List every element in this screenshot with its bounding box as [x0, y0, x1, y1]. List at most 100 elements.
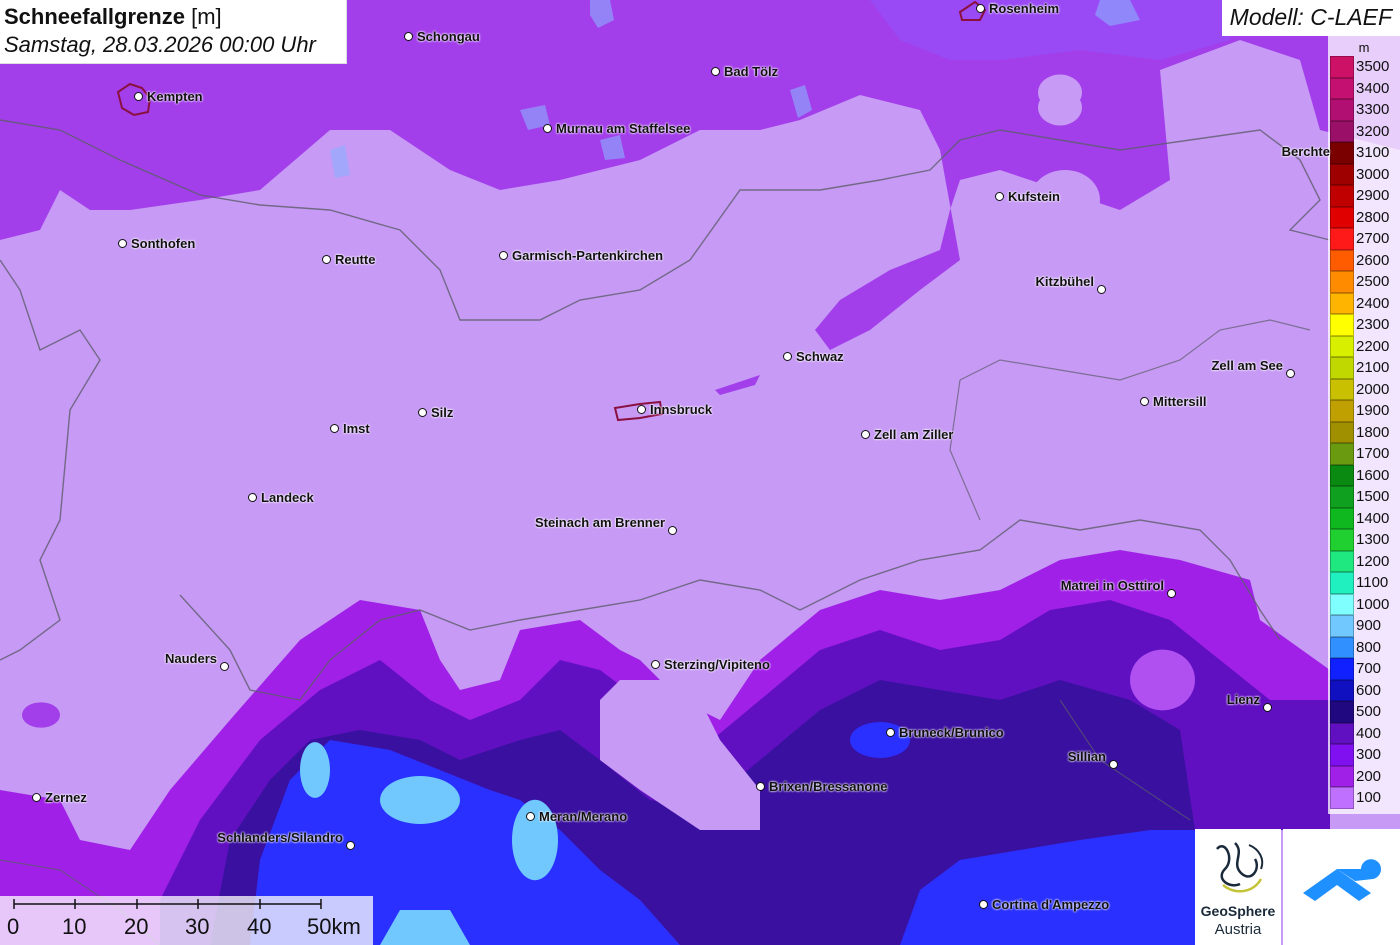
city-marker-icon [668, 526, 677, 535]
city-label[interactable]: Berchte [1282, 144, 1330, 159]
legend-swatch [1330, 292, 1354, 314]
legend-swatch [1330, 163, 1354, 185]
city-marker-icon [1286, 369, 1295, 378]
city-label[interactable]: Sillian [1068, 749, 1106, 764]
legend-item: 2200 [1330, 335, 1398, 357]
scale-bar: 0 10 20 30 40 50km [0, 896, 373, 945]
city-label[interactable]: Cortina d'Ampezzo [992, 897, 1109, 912]
city-label[interactable]: Schongau [417, 29, 480, 44]
city-label[interactable]: Imst [343, 421, 370, 436]
city-marker-icon [651, 660, 660, 669]
legend-swatch [1330, 206, 1354, 228]
scale-label-40: 40 [247, 914, 272, 939]
city-label[interactable]: Bruneck/Brunico [899, 725, 1004, 740]
city-label[interactable]: Garmisch-Partenkirchen [512, 248, 663, 263]
legend-swatch [1330, 228, 1354, 250]
legend-item: 100 [1330, 787, 1398, 809]
legend-label: 3300 [1356, 101, 1390, 118]
legend-label: 3000 [1356, 165, 1390, 183]
city-label[interactable]: Kempten [147, 89, 203, 104]
city-label[interactable]: Silz [431, 405, 453, 420]
legend-item: 500 [1330, 701, 1398, 723]
legend-swatch [1330, 443, 1354, 465]
legend-item: 200 [1330, 765, 1398, 787]
city-label[interactable]: Kufstein [1008, 189, 1060, 204]
legend-item: 3400 [1330, 77, 1398, 99]
legend-swatch [1330, 593, 1354, 615]
city-marker-icon [330, 424, 339, 433]
city-label[interactable]: Zernez [45, 790, 87, 805]
legend-label: 1400 [1356, 509, 1390, 527]
legend-label: 3200 [1356, 122, 1390, 140]
city-label[interactable]: Brixen/Bressanone [769, 779, 888, 794]
legend-swatch [1330, 787, 1354, 809]
city-label[interactable]: Sonthofen [131, 236, 195, 251]
city-label[interactable]: Rosenheim [989, 1, 1059, 16]
city-marker-icon [1263, 703, 1272, 712]
city-label[interactable]: Matrei in Osttirol [1061, 578, 1164, 593]
legend-label: 100 [1356, 789, 1382, 806]
legend-label: 3100 [1356, 144, 1390, 161]
city-label[interactable]: Steinach am Brenner [535, 515, 665, 530]
snowline-map[interactable] [0, 0, 1400, 945]
legend-label: 900 [1356, 617, 1382, 634]
city-marker-icon [637, 405, 646, 414]
legend-item: 2100 [1330, 357, 1398, 379]
geosphere-logo[interactable]: GeoSphere Austria [1195, 829, 1281, 945]
legend-label: 3400 [1356, 79, 1390, 97]
city-label[interactable]: Zell am See [1211, 358, 1283, 373]
legend-swatch [1330, 271, 1354, 293]
legend-swatch [1330, 572, 1354, 594]
legend-label: 2200 [1356, 337, 1390, 355]
city-label[interactable]: Sterzing/Vipiteno [664, 657, 770, 672]
legend-swatch [1330, 421, 1354, 443]
legend-item: 2000 [1330, 378, 1398, 400]
legend-label: 3500 [1356, 58, 1390, 75]
city-label[interactable]: Kitzbühel [1036, 274, 1095, 289]
city-marker-icon [756, 782, 765, 791]
city-label[interactable]: Innsbruck [650, 402, 712, 417]
legend-label: 1300 [1356, 531, 1390, 548]
city-marker-icon [1097, 285, 1106, 294]
legend-label: 400 [1356, 724, 1382, 742]
legend-swatch [1330, 615, 1354, 637]
legend-item: 1500 [1330, 486, 1398, 508]
legend-item: 2800 [1330, 206, 1398, 228]
model-box: Modell: C-LAEF [1222, 0, 1400, 36]
legend-item: 2600 [1330, 249, 1398, 271]
city-label[interactable]: Schwaz [796, 349, 844, 364]
city-label[interactable]: Lienz [1227, 692, 1260, 707]
city-marker-icon [118, 239, 127, 248]
legend-swatch [1330, 120, 1354, 142]
legend-swatch [1330, 744, 1354, 766]
legend-item: 900 [1330, 615, 1398, 637]
city-label[interactable]: Reutte [335, 252, 375, 267]
city-label[interactable]: Schlanders/Silandro [217, 830, 343, 845]
legend-item: 3500 [1330, 56, 1398, 78]
city-label[interactable]: Zell am Ziller [874, 427, 953, 442]
city-marker-icon [711, 67, 720, 76]
city-marker-icon [543, 124, 552, 133]
legend-label: 1000 [1356, 595, 1390, 613]
legend-item: 600 [1330, 679, 1398, 701]
city-label[interactable]: Nauders [165, 651, 217, 666]
legend-item: 1800 [1330, 421, 1398, 443]
city-label[interactable]: Murnau am Staffelsee [556, 121, 690, 136]
city-marker-icon [404, 32, 413, 41]
city-label[interactable]: Mittersill [1153, 394, 1206, 409]
city-label[interactable]: Landeck [261, 490, 314, 505]
city-label[interactable]: Meran/Merano [539, 809, 627, 824]
legend-swatch [1330, 722, 1354, 744]
geosphere-emblem-icon [1216, 842, 1264, 893]
legend-swatch [1330, 99, 1354, 121]
city-label[interactable]: Bad Tölz [724, 64, 778, 79]
scale-label-20: 20 [124, 914, 149, 939]
city-marker-icon [886, 728, 895, 737]
legend-swatch [1330, 400, 1354, 422]
partner-logo[interactable] [1283, 829, 1400, 945]
legend-item: 2500 [1330, 271, 1398, 293]
legend-swatch [1330, 765, 1354, 787]
cloud-arrow-logo-icon [1303, 859, 1381, 901]
legend-label: 300 [1356, 746, 1382, 763]
map-title: Schneefallgrenze [m] [4, 4, 222, 29]
